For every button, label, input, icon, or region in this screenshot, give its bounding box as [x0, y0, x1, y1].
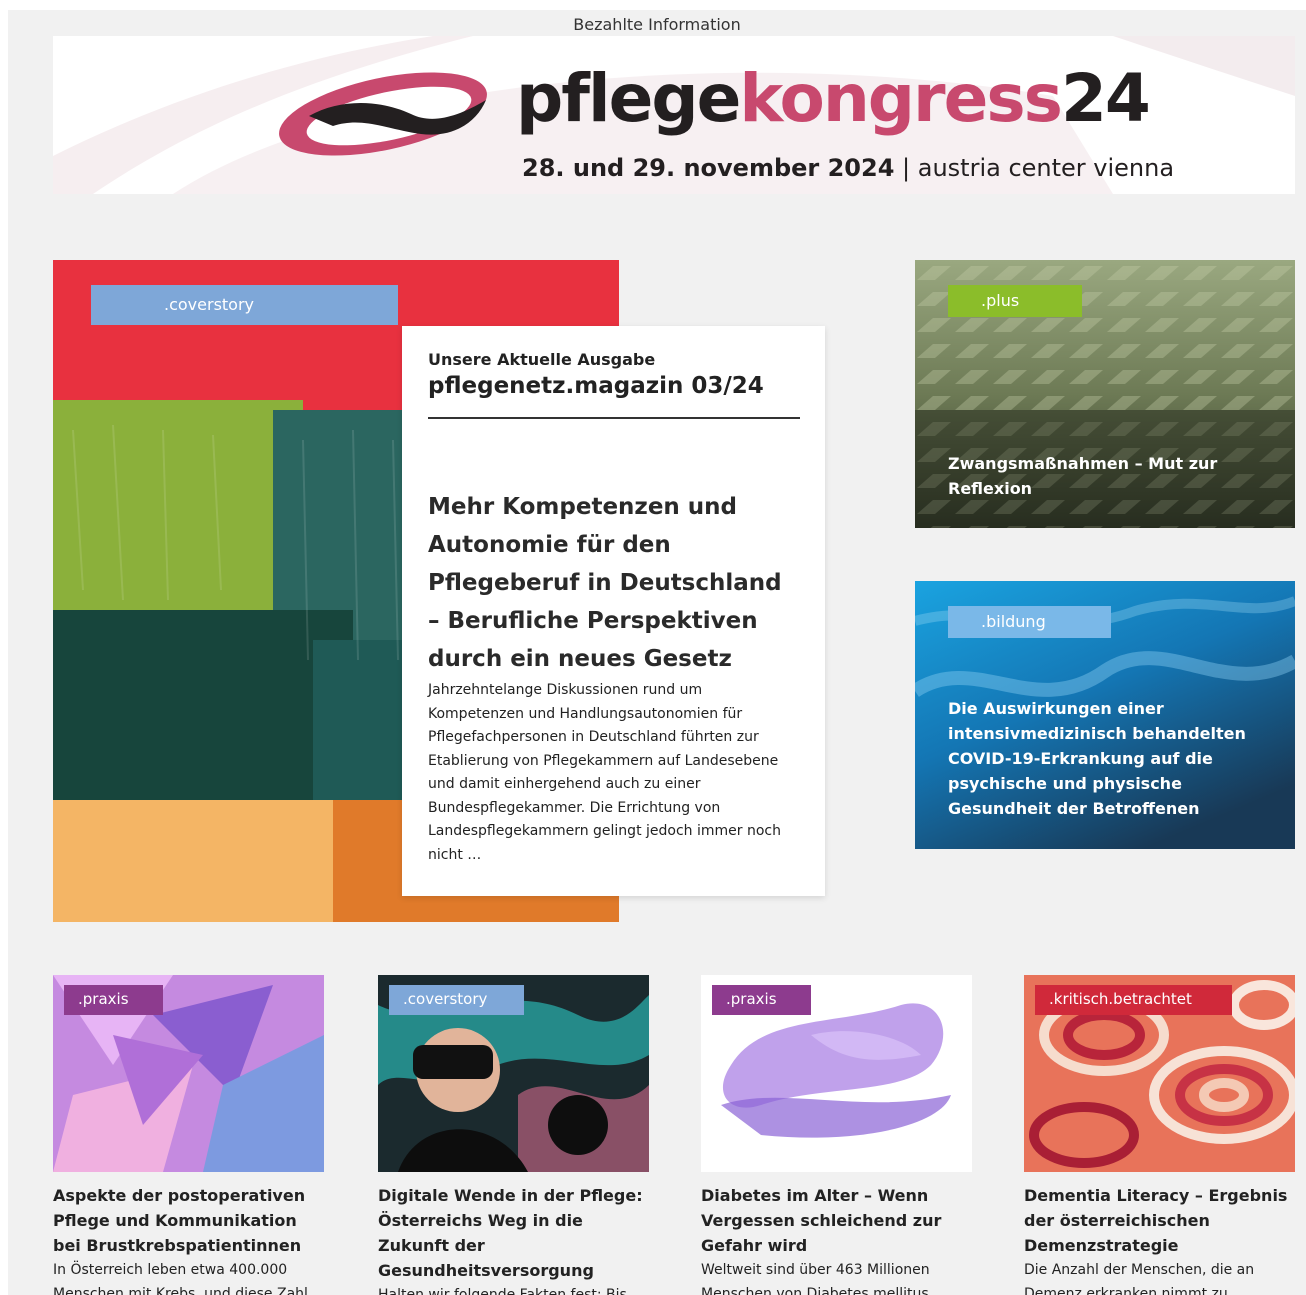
tagline-venue: austria center vienna — [917, 154, 1175, 182]
article-title[interactable]: Aspekte der postoperativen Pflege und Ko… — [53, 1183, 324, 1258]
praxis-tag[interactable]: .praxis — [712, 985, 811, 1015]
kritisch-betrachtet-tag[interactable]: .kritisch.betrachtet — [1035, 985, 1232, 1015]
side-feature-bildung[interactable]: .bildung Die Auswirkungen einer intensiv… — [915, 581, 1295, 849]
article-thumbnail[interactable]: .praxis — [701, 975, 972, 1172]
bildung-tag[interactable]: .bildung — [948, 606, 1111, 638]
hero-headline[interactable]: Mehr Kompetenzen und Autonomie für den P… — [428, 488, 799, 678]
tagline-separator: | — [894, 154, 918, 182]
article-tile[interactable]: .coverstory Digitale Wende in der Pflege… — [378, 975, 649, 1295]
hero-teaser: Jahrzehntelange Diskussionen rund um Kom… — [428, 682, 781, 863]
ad-banner[interactable]: pflegekongress24 28. und 29. november 20… — [53, 36, 1295, 194]
article-tile[interactable]: .praxis Diabetes im Alter – Wenn Vergess… — [701, 975, 972, 1295]
article-tile[interactable]: .kritisch.betrachtet Dementia Literacy –… — [1024, 975, 1295, 1295]
article-excerpt: In Österreich leben etwa 400.000 Mensche… — [53, 1262, 308, 1295]
article-thumbnail[interactable]: .kritisch.betrachtet — [1024, 975, 1295, 1172]
side-title-bildung[interactable]: Die Auswirkungen einer intensivmedizinis… — [948, 696, 1278, 821]
praxis-tag[interactable]: .praxis — [64, 985, 163, 1015]
article-excerpt: Die Anzahl der Menschen, die an Demenz e… — [1024, 1262, 1255, 1295]
article-excerpt: Halten wir folgende Fakten fest: Bis 203… — [378, 1287, 627, 1295]
hero-card[interactable]: Unsere Aktuelle Ausgabe pflegenetz.magaz… — [402, 326, 825, 896]
article-title[interactable]: Diabetes im Alter – Wenn Vergessen schle… — [701, 1183, 972, 1258]
brand-part-kongress: kongress — [739, 60, 1063, 137]
article-title[interactable]: Dementia Literacy – Ergebnis der österre… — [1024, 1183, 1295, 1258]
side-title-plus[interactable]: Zwangsmaßnahmen – Mut zur Reflexion — [948, 451, 1258, 501]
side-feature-plus[interactable]: .plus Zwangsmaßnahmen – Mut zur Reflexio… — [915, 260, 1295, 528]
article-thumbnail[interactable]: .coverstory — [378, 975, 649, 1172]
brand-wordmark: pflegekongress24 — [516, 66, 1151, 132]
article-tile[interactable]: .praxis Aspekte der postoperativen Pfleg… — [53, 975, 324, 1295]
plus-tag[interactable]: .plus — [948, 285, 1082, 317]
issue-kicker: Unsere Aktuelle Ausgabe — [428, 350, 656, 369]
issue-title[interactable]: pflegenetz.magazin 03/24 — [428, 373, 799, 399]
coverstory-tile-tag[interactable]: .coverstory — [389, 985, 524, 1015]
coverstory-tag[interactable]: .coverstory — [91, 285, 398, 325]
article-thumbnail[interactable]: .praxis — [53, 975, 324, 1172]
ad-label: Bezahlte Information — [573, 15, 741, 34]
divider — [428, 417, 800, 419]
pflegekongress-logo-icon — [279, 72, 487, 156]
tagline-date: 28. und 29. november 2024 — [522, 154, 895, 182]
banner-tagline: 28. und 29. november 2024 | austria cent… — [522, 154, 1174, 182]
brand-part-24: 24 — [1060, 60, 1151, 137]
article-excerpt: Weltweit sind über 463 Millionen Mensche… — [701, 1262, 930, 1295]
page: Bezahlte Information pflegekongress24 28… — [8, 10, 1306, 1295]
article-title[interactable]: Digitale Wende in der Pflege: Österreich… — [378, 1183, 649, 1283]
brand-part-pflege: pflege — [516, 60, 741, 137]
